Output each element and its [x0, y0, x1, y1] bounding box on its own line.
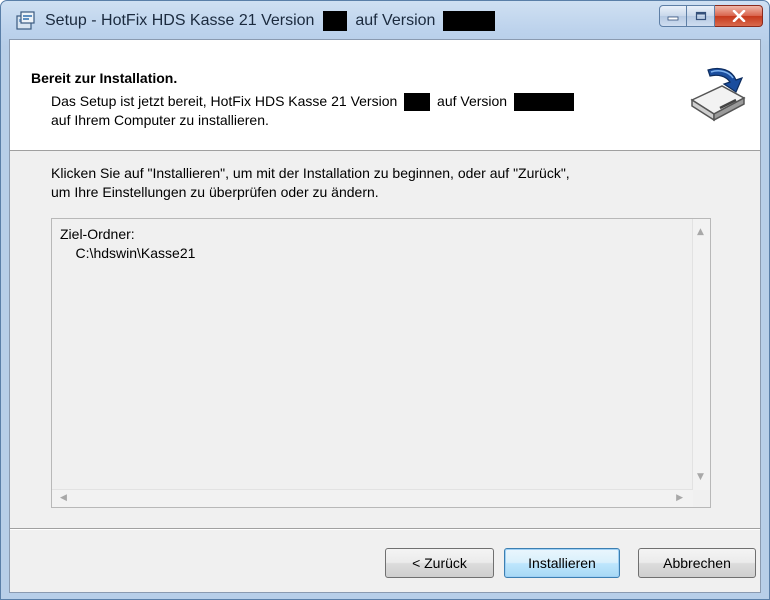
title-bar[interactable]: Setup - HotFix HDS Kasse 21 Version auf … [1, 1, 769, 41]
desc-line2: auf Ihrem Computer zu installieren. [51, 112, 269, 129]
ready-memo[interactable]: Ziel-Ordner: C:\hdswin\Kasse21 ▲ ▼ ◀ ▶ [51, 218, 711, 508]
window-controls [659, 5, 763, 29]
redacted-block [322, 11, 347, 31]
minimize-button[interactable] [659, 5, 687, 27]
vertical-scrollbar[interactable]: ▲ ▼ [692, 219, 710, 491]
title-prefix: Setup - HotFix HDS Kasse 21 Version [45, 12, 315, 30]
cancel-button[interactable]: Abbrechen [638, 548, 756, 578]
setup-window: Setup - HotFix HDS Kasse 21 Version auf … [0, 0, 770, 600]
memo-label: Ziel-Ordner: [60, 226, 135, 242]
scroll-right-icon[interactable]: ▶ [676, 494, 683, 503]
page-title: Bereit zur Installation. [31, 70, 178, 86]
desc-part2: auf Version [437, 93, 508, 109]
scroll-down-icon[interactable]: ▼ [697, 473, 704, 482]
setup-icon [16, 11, 35, 30]
back-button[interactable]: < Zurück [385, 548, 494, 578]
redacted-block [442, 11, 495, 31]
scroll-corner [693, 490, 710, 507]
memo-value: C:\hdswin\Kasse21 [60, 245, 196, 261]
instructions-line2: um Ihre Einstellungen zu überprüfen oder… [51, 184, 379, 200]
button-separator [10, 528, 760, 530]
maximize-button[interactable] [687, 5, 715, 27]
wizard-disk-icon [690, 67, 746, 122]
memo-content: Ziel-Ordner: C:\hdswin\Kasse21 [60, 225, 195, 263]
instructions-text: Klicken Sie auf "Installieren", um mit d… [51, 164, 731, 202]
minimize-icon [667, 16, 679, 21]
desc-part1: Das Setup ist jetzt bereit, HotFix HDS K… [51, 93, 398, 109]
close-button[interactable] [715, 5, 763, 27]
redacted-block [404, 93, 431, 112]
title-middle: auf Version [355, 12, 436, 30]
window-title: Setup - HotFix HDS Kasse 21 Version auf … [45, 11, 495, 31]
scroll-left-icon[interactable]: ◀ [60, 494, 67, 503]
close-icon [732, 10, 745, 22]
horizontal-scrollbar[interactable]: ◀ ▶ [52, 489, 693, 507]
wizard-client-area: Bereit zur Installation. Das Setup ist j… [9, 39, 761, 593]
install-button[interactable]: Installieren [504, 548, 620, 578]
redacted-block [514, 93, 574, 112]
scroll-up-icon[interactable]: ▲ [697, 228, 704, 237]
wizard-header: Bereit zur Installation. Das Setup ist j… [10, 40, 760, 151]
maximize-icon [695, 11, 706, 21]
page-description: Das Setup ist jetzt bereit, HotFix HDS K… [51, 92, 651, 130]
instructions-line1: Klicken Sie auf "Installieren", um mit d… [51, 165, 570, 181]
